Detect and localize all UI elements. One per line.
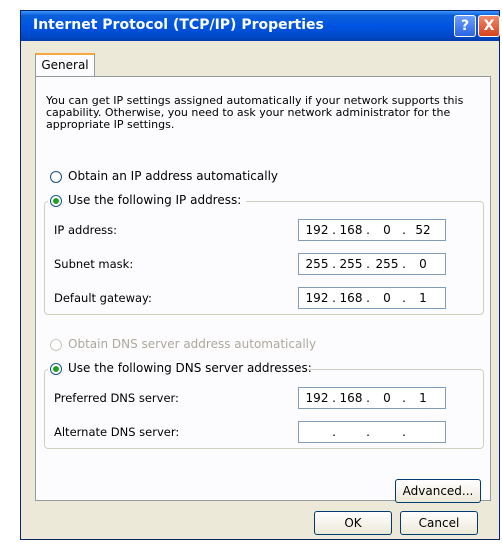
- advanced-button[interactable]: Advanced...: [395, 479, 481, 503]
- ip-octet: 192: [305, 391, 329, 405]
- ip-address-label: IP address:: [54, 223, 118, 237]
- ip-octet: 168: [339, 391, 363, 405]
- preferred-dns-input[interactable]: 192 . 168 . 0 . 1: [298, 387, 446, 409]
- alternate-dns-input[interactable]: . . .: [298, 421, 446, 443]
- ip-octet: 52: [415, 223, 431, 237]
- ip-dot: .: [332, 257, 336, 271]
- close-icon: X: [483, 18, 495, 34]
- ip-octet: 192: [305, 291, 329, 305]
- ip-dot: .: [332, 223, 336, 237]
- ip-dot: .: [332, 391, 336, 405]
- subnet-mask-label: Subnet mask:: [54, 257, 134, 271]
- ip-dot: .: [366, 257, 370, 271]
- close-button[interactable]: X: [478, 15, 500, 37]
- ip-dot: .: [366, 425, 370, 439]
- obtain-dns-auto-radio[interactable]: [50, 339, 62, 351]
- use-following-dns-radio[interactable]: [50, 363, 62, 375]
- obtain-ip-auto-radio[interactable]: [50, 171, 62, 183]
- ip-octet: 168: [339, 291, 363, 305]
- tcpip-properties-dialog: Internet Protocol (TCP/IP) Properties ? …: [20, 10, 500, 540]
- ip-dot: .: [402, 223, 406, 237]
- tab-general[interactable]: General: [35, 53, 95, 77]
- obtain-dns-auto-label[interactable]: Obtain DNS server address automatically: [68, 337, 316, 351]
- ip-octet: 0: [383, 291, 391, 305]
- radio-selected-dot: [53, 198, 59, 204]
- help-button[interactable]: ?: [454, 15, 476, 37]
- intro-text: You can get IP settings assigned automat…: [46, 94, 464, 131]
- default-gateway-input[interactable]: 192 . 168 . 0 . 1: [298, 287, 446, 309]
- subnet-mask-input[interactable]: 255 . 255 . 255 . 0: [298, 253, 446, 275]
- help-icon: ?: [460, 18, 470, 34]
- ip-dot: .: [402, 257, 406, 271]
- ip-address-input[interactable]: 192 . 168 . 0 . 52: [298, 219, 446, 241]
- use-following-dns-label[interactable]: Use the following DNS server addresses:: [68, 361, 312, 375]
- ip-octet: 255: [375, 257, 399, 271]
- alternate-dns-label: Alternate DNS server:: [54, 425, 180, 439]
- window-title: Internet Protocol (TCP/IP) Properties: [33, 17, 324, 33]
- ip-dot: .: [366, 391, 370, 405]
- radio-selected-dot: [53, 366, 59, 372]
- ip-octet: 255: [305, 257, 329, 271]
- ok-button[interactable]: OK: [314, 511, 392, 535]
- ip-octet: 1: [419, 291, 427, 305]
- ip-octet: 192: [305, 223, 329, 237]
- ip-octet: 0: [383, 223, 391, 237]
- ip-dot: .: [366, 291, 370, 305]
- ip-octet: 1: [419, 391, 427, 405]
- default-gateway-label: Default gateway:: [54, 291, 152, 305]
- ip-dot: .: [402, 291, 406, 305]
- ip-dot: .: [366, 223, 370, 237]
- ip-octet: 0: [383, 391, 391, 405]
- ip-octet: 0: [419, 257, 427, 271]
- general-tab-panel: You can get IP settings assigned automat…: [35, 76, 491, 503]
- use-following-ip-label[interactable]: Use the following IP address:: [68, 193, 241, 207]
- obtain-ip-auto-label[interactable]: Obtain an IP address automatically: [68, 169, 278, 183]
- ip-dot: .: [332, 425, 336, 439]
- ip-octet: 255: [339, 257, 363, 271]
- title-bar[interactable]: Internet Protocol (TCP/IP) Properties ? …: [21, 11, 500, 41]
- ip-octet: 168: [339, 223, 363, 237]
- ip-dot: .: [402, 425, 406, 439]
- preferred-dns-label: Preferred DNS server:: [54, 391, 179, 405]
- cancel-button[interactable]: Cancel: [400, 511, 478, 535]
- use-following-ip-radio[interactable]: [50, 195, 62, 207]
- ip-dot: .: [332, 291, 336, 305]
- ip-dot: .: [402, 391, 406, 405]
